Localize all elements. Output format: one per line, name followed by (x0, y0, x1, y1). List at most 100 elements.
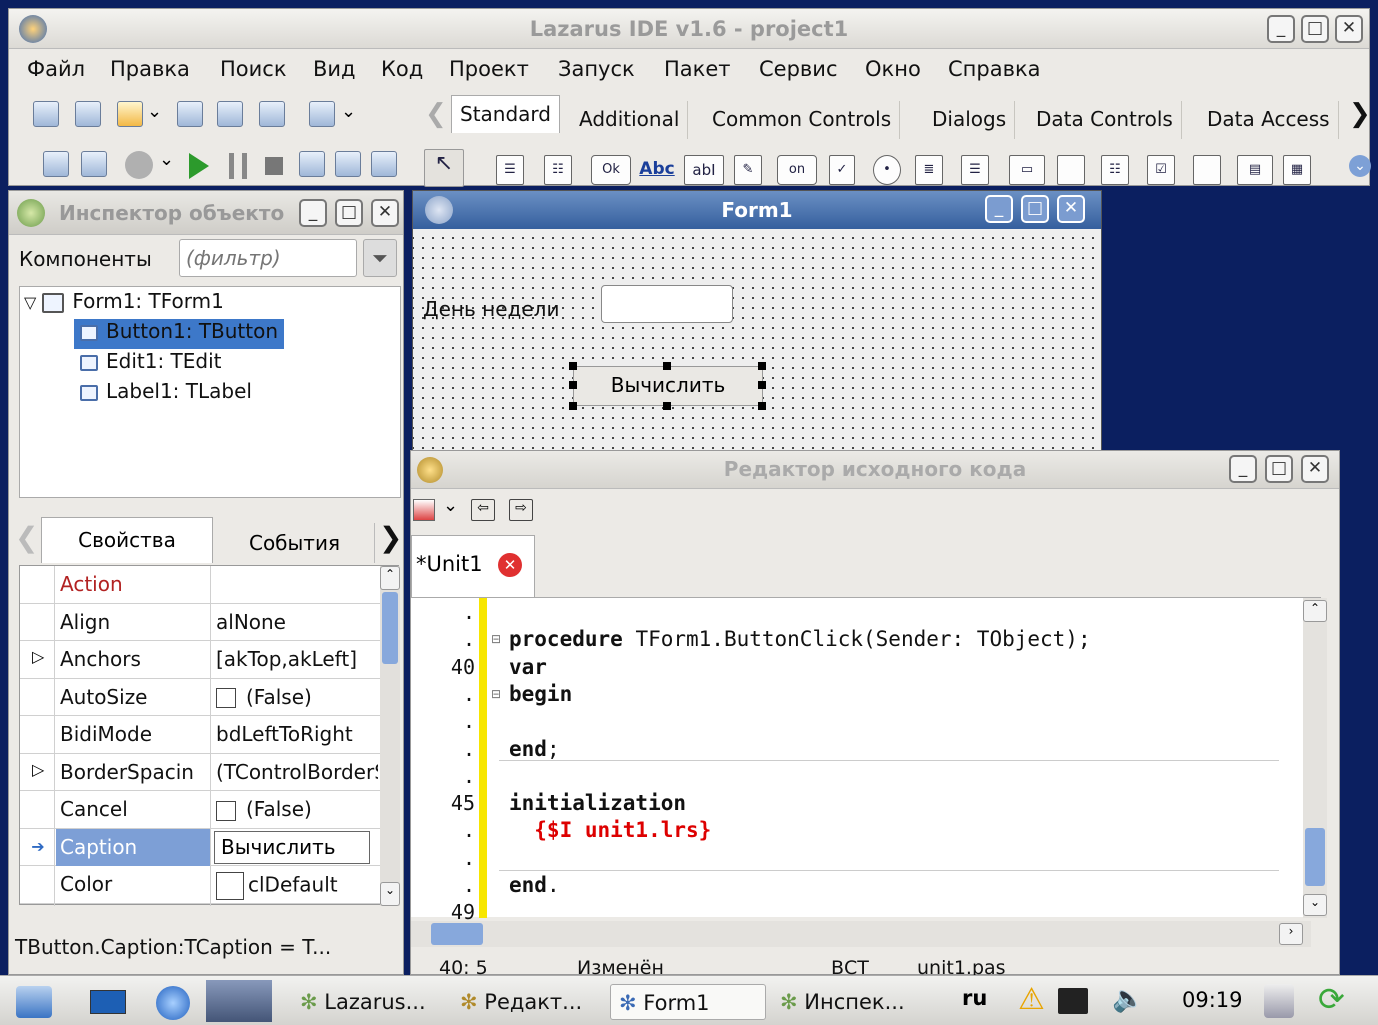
tactionlist-component-icon[interactable]: ▦ (1283, 155, 1311, 185)
start-menu-icon[interactable] (16, 986, 52, 1018)
scroll-up-icon[interactable]: ⌃ (1303, 600, 1327, 622)
expand-arrow-icon[interactable]: ▷ (32, 760, 44, 779)
property-row[interactable]: Color clDefault (20, 866, 380, 904)
open-icon[interactable] (43, 151, 69, 177)
jump-back-icon[interactable]: ⇦ (471, 499, 495, 521)
tab-unit1[interactable]: *Unit1 ✕ (411, 535, 535, 597)
property-row[interactable]: ▷ BorderSpacin (TControlBorderSpacing) (20, 754, 380, 791)
logout-icon[interactable]: ⟳ (1318, 980, 1345, 1018)
main-menu-component-icon[interactable]: ☰ (496, 155, 524, 185)
step-over-icon[interactable] (335, 151, 361, 177)
tree-item-button1[interactable]: Button1: TButton (74, 319, 285, 349)
jump-forward-icon[interactable]: ⇨ (509, 499, 533, 521)
day-of-week-label[interactable]: День недели (423, 297, 559, 321)
tab-common-controls[interactable]: Common Controls (704, 101, 901, 139)
property-row-selected[interactable]: ➔ Caption Вычислить (20, 828, 380, 866)
scroll-down-icon[interactable]: ⌄ (380, 882, 400, 906)
volume-muted-icon[interactable]: 🔈 (1112, 984, 1144, 1014)
tedit-component-icon[interactable]: abI (684, 155, 724, 185)
tcheckbox-component-icon[interactable]: ✓ (829, 155, 855, 185)
code-line[interactable]: {$I unit1.lrs} (509, 818, 711, 842)
close-tab-icon[interactable]: ✕ (498, 553, 522, 577)
show-desktop-icon[interactable] (90, 990, 126, 1014)
tpanel-component-icon[interactable] (1193, 155, 1221, 185)
code-line[interactable]: initialization (509, 791, 686, 815)
tree-item-edit1[interactable]: Edit1: TEdit (80, 349, 222, 373)
inspector-minimize-button[interactable]: _ (299, 199, 327, 227)
edit1-input[interactable] (601, 285, 733, 323)
checkbox[interactable] (216, 800, 236, 821)
tbutton-component-icon[interactable]: Ok (591, 155, 631, 185)
build-mode-icon[interactable] (125, 151, 153, 179)
step-out-icon[interactable] (371, 151, 397, 177)
inspector-titlebar[interactable]: Инспектор объекто _ □ ✕ (9, 191, 403, 235)
view-forms-icon[interactable] (75, 101, 101, 127)
selection-handle[interactable] (569, 381, 577, 389)
property-row[interactable]: AutoSize (False) (20, 679, 380, 716)
close-button[interactable]: ✕ (1335, 15, 1363, 43)
caption-value-input[interactable]: Вычислить (214, 830, 370, 864)
property-row[interactable]: ▷ Anchors [akTop,akLeft] (20, 641, 380, 679)
property-row[interactable]: Cancel (False) (20, 791, 380, 829)
chevron-down-icon[interactable]: ⌄ (147, 101, 162, 122)
stop-icon[interactable] (265, 157, 283, 175)
property-row[interactable]: Align alNone (20, 604, 380, 641)
code-horizontal-scrollbar[interactable]: › (411, 921, 1311, 947)
save-icon[interactable] (177, 101, 203, 127)
scroll-thumb[interactable] (382, 592, 398, 664)
run-icon[interactable] (189, 153, 209, 179)
browser-icon[interactable] (156, 986, 190, 1020)
ttogglebox-component-icon[interactable]: on (777, 155, 817, 185)
selection-handle[interactable] (569, 402, 577, 410)
tab-events[interactable]: События (215, 523, 375, 563)
taskbar-item-editor[interactable]: ✻ Редакт... (452, 984, 590, 1020)
warning-icon[interactable]: ⚠ (1018, 982, 1045, 1017)
toggle-form-unit-icon[interactable] (259, 101, 285, 127)
chevron-down-icon[interactable]: ⌄ (341, 101, 356, 122)
selection-handle[interactable] (758, 381, 766, 389)
form1-maximize-button[interactable]: □ (1021, 195, 1049, 223)
property-row[interactable]: Action (20, 566, 380, 604)
selection-handle[interactable] (758, 362, 766, 370)
code-vertical-scrollbar[interactable]: ⌃ ⌄ (1303, 598, 1327, 918)
tree-item-label1[interactable]: Label1: TLabel (80, 379, 252, 403)
scroll-right-icon[interactable]: › (1279, 923, 1303, 945)
taskbar-item-form1[interactable]: ✻ Form1 (610, 984, 766, 1020)
keyboard-layout[interactable]: ru (962, 986, 987, 1010)
menu-edit[interactable]: Правка (110, 57, 190, 81)
inspector-close-button[interactable]: ✕ (371, 199, 399, 227)
new-unit-icon[interactable] (117, 101, 143, 127)
code-line[interactable]: begin (509, 682, 572, 706)
scroll-up-icon[interactable]: ⌃ (380, 566, 400, 590)
tab-additional[interactable]: Additional (571, 101, 689, 139)
step-into-icon[interactable] (299, 151, 325, 177)
network-icon[interactable] (1058, 988, 1088, 1014)
fold-icon[interactable]: ⊟ (491, 687, 501, 701)
code-line[interactable]: end. (509, 873, 560, 897)
tab-data-controls[interactable]: Data Controls (1028, 101, 1182, 139)
property-value[interactable]: alNone (216, 610, 378, 634)
selection-pointer-icon[interactable]: ↖ (424, 149, 464, 187)
main-titlebar[interactable]: Lazarus IDE v1.6 - project1 _ □ ✕ (9, 9, 1369, 49)
code-line[interactable]: var (509, 655, 547, 679)
tscrollbar-component-icon[interactable]: ▭ (1009, 155, 1045, 185)
taskbar-item-lazarus[interactable]: ✻ Lazarus... (292, 984, 434, 1020)
menu-file[interactable]: Файл (27, 57, 85, 81)
menu-code[interactable]: Код (381, 57, 423, 81)
tabs-scroll-right-icon[interactable]: ❯ (379, 521, 402, 554)
editor-titlebar[interactable]: Редактор исходного кода _ □ ✕ (411, 451, 1339, 489)
editor-minimize-button[interactable]: _ (1229, 455, 1257, 483)
fold-icon[interactable]: ⊟ (491, 632, 501, 646)
tmemo-component-icon[interactable]: ✎ (734, 155, 762, 185)
menu-window[interactable]: Окно (865, 57, 921, 81)
menu-view[interactable]: Вид (313, 57, 356, 81)
code-line[interactable]: procedure TForm1.ButtonClick(Sender: TOb… (509, 627, 1091, 651)
property-value[interactable]: bdLeftToRight (216, 722, 378, 746)
tab-dialogs[interactable]: Dialogs (924, 101, 1016, 139)
property-value[interactable]: (TControlBorderSpacing) (216, 760, 378, 784)
trash-icon[interactable] (1264, 984, 1294, 1018)
code-editor[interactable]: ⊟ ⊟ .. procedure TForm1.ButtonClick(Sende… (411, 597, 1327, 924)
calculate-button[interactable]: Вычислить (573, 366, 763, 406)
tradiobutton-component-icon[interactable]: • (873, 155, 901, 185)
expand-arrow-icon[interactable]: ▽ (24, 293, 36, 312)
